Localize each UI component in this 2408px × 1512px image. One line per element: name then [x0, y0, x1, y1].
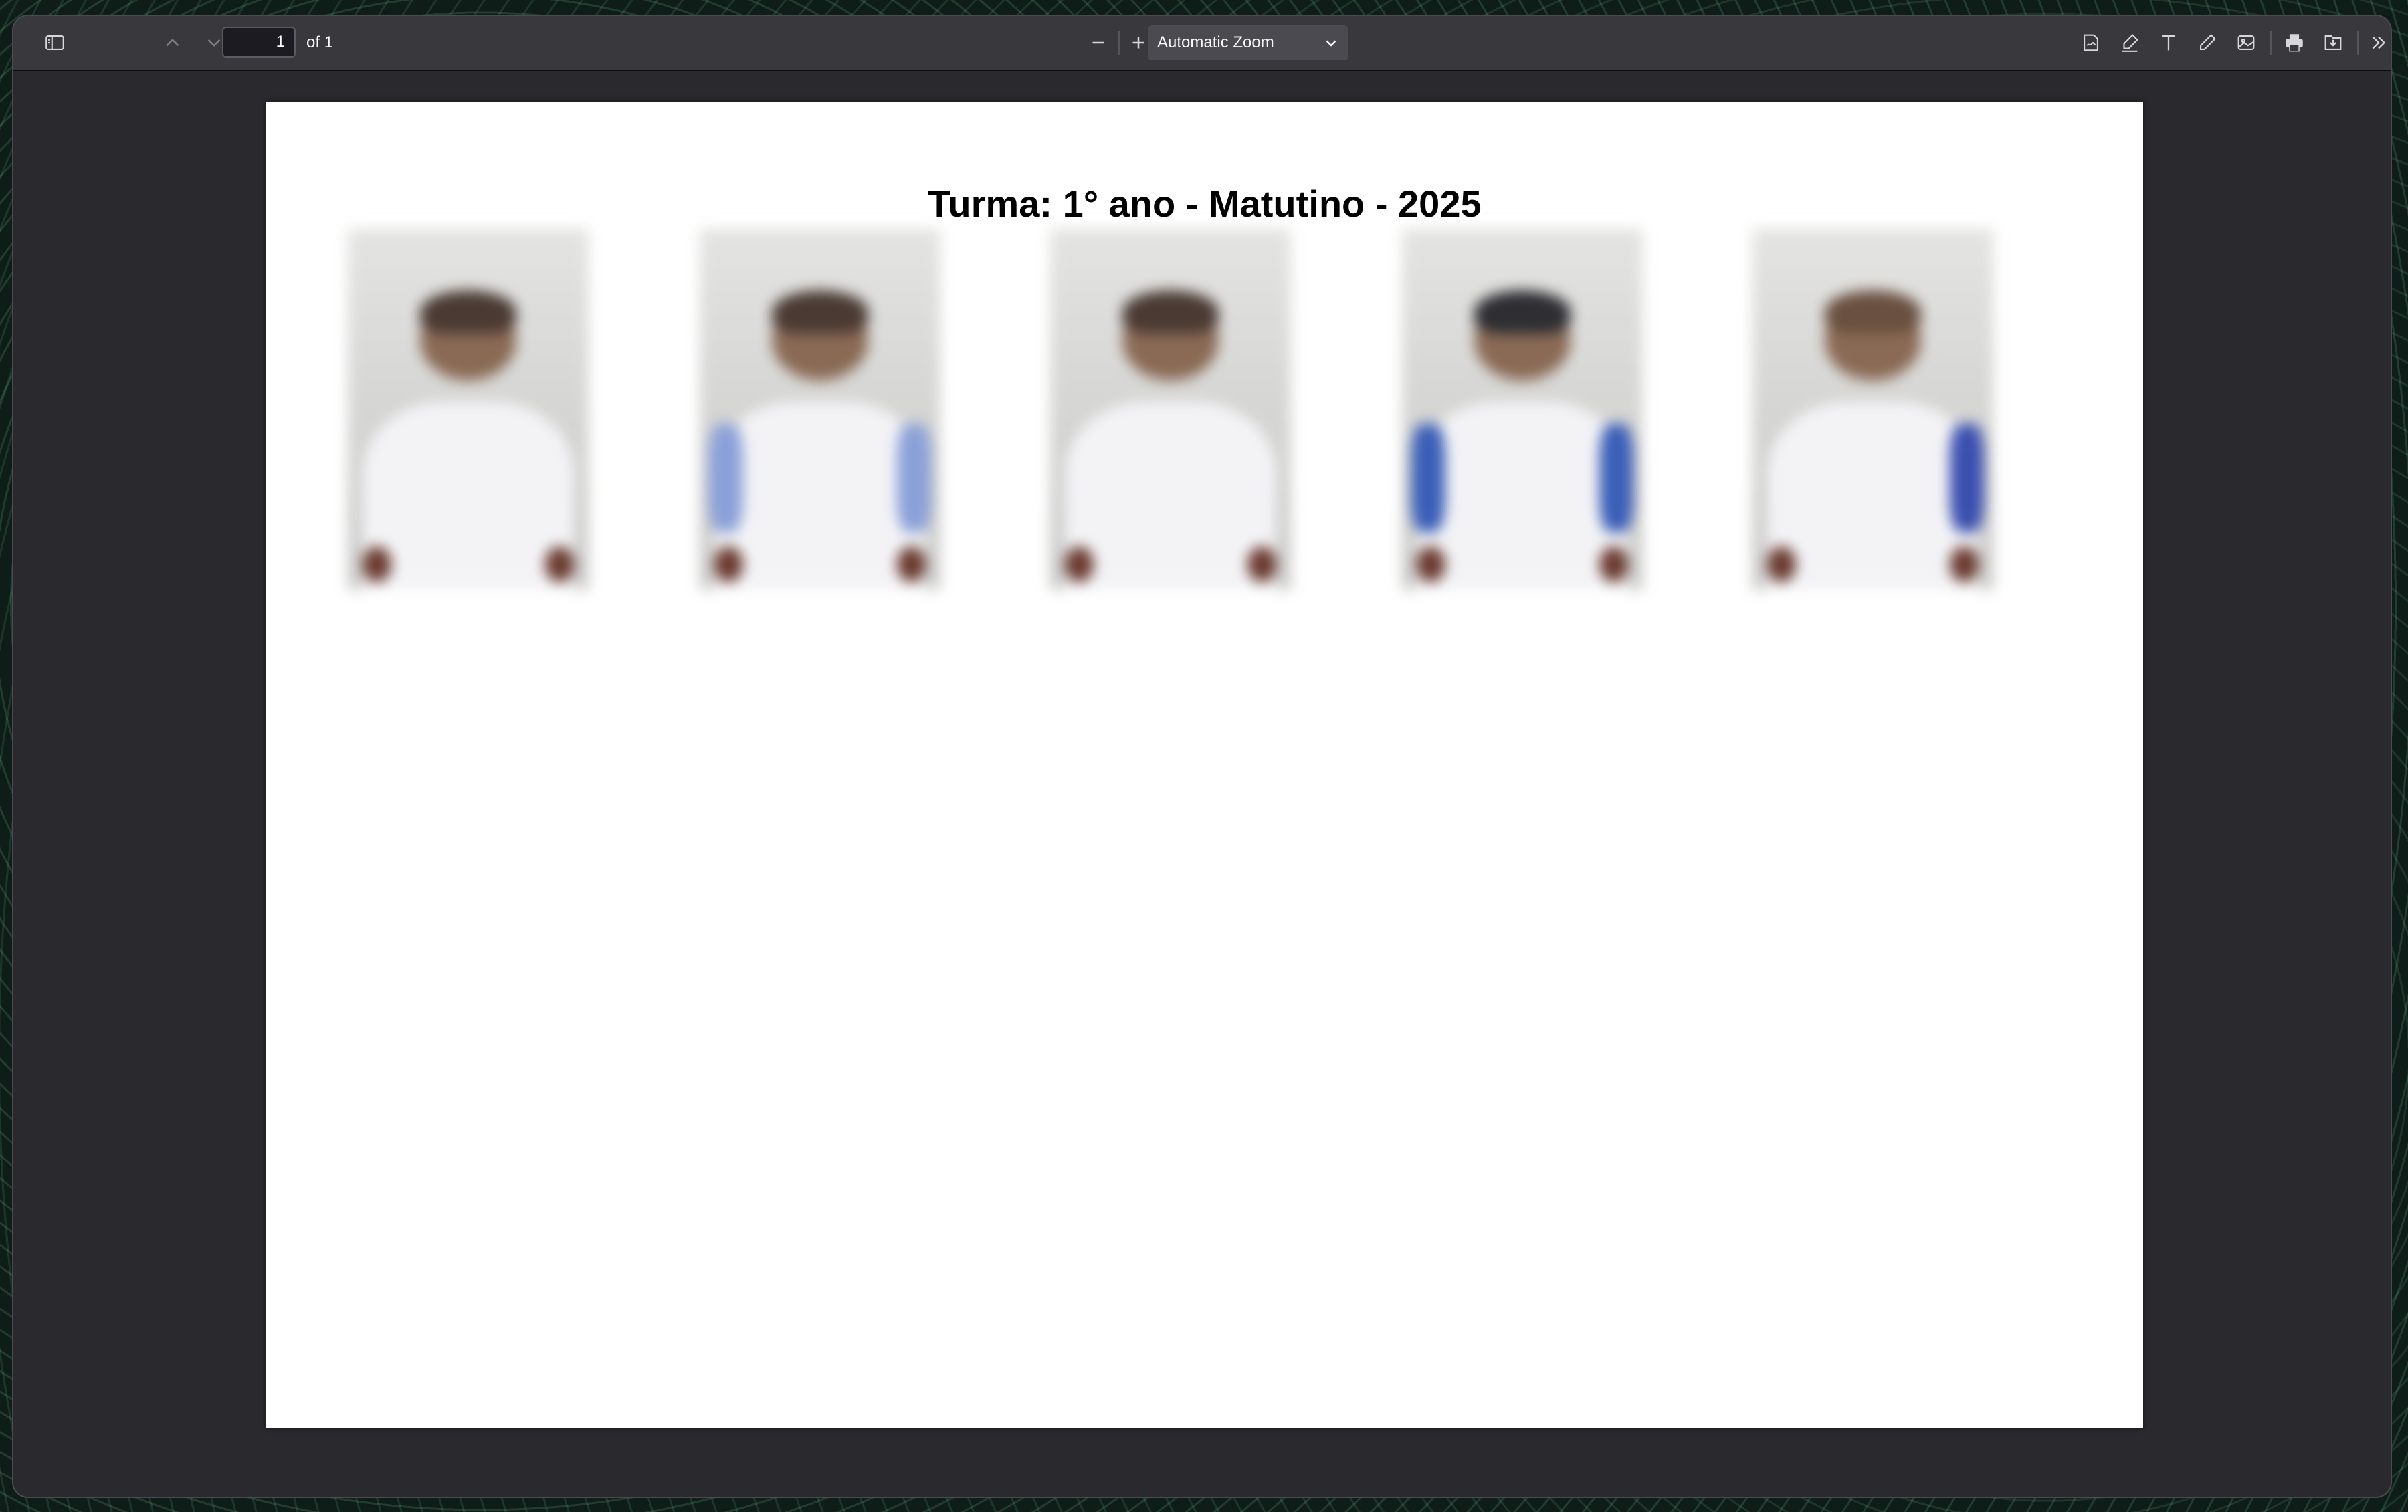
save-icon[interactable] — [2316, 25, 2350, 60]
image-icon[interactable] — [2229, 25, 2264, 60]
student-card — [700, 229, 1027, 595]
minus-icon[interactable] — [1081, 25, 1116, 60]
page-title: Turma: 1° ano - Matutino - 2025 — [266, 182, 2143, 225]
student-photo — [700, 229, 940, 590]
student-card — [1752, 229, 2080, 595]
zoom-select-label: Automatic Zoom — [1157, 33, 1274, 51]
pdf-viewer-window: 1 of 1 Automatic Zoom Turma: 1° ano - Ma… — [12, 15, 2392, 1498]
student-photo — [348, 229, 589, 590]
page-count-label: of 1 — [306, 33, 334, 51]
zoom-select[interactable]: Automatic Zoom — [1148, 25, 1348, 60]
student-photo — [1050, 229, 1291, 590]
toolbar: 1 of 1 Automatic Zoom — [13, 16, 2391, 71]
text-icon[interactable] — [2151, 25, 2186, 60]
student-card — [348, 229, 676, 595]
double-chevron-right-icon[interactable] — [2361, 25, 2391, 60]
sidebar-toggle-icon[interactable] — [37, 25, 72, 60]
pdf-page: Turma: 1° ano - Matutino - 2025 — [266, 102, 2143, 1428]
toolbar-separator — [2270, 31, 2272, 55]
highlight-icon[interactable] — [2112, 25, 2147, 60]
print-icon[interactable] — [2277, 25, 2312, 60]
signature-icon[interactable] — [2074, 25, 2108, 60]
document-viewer[interactable]: Turma: 1° ano - Matutino - 2025 — [13, 71, 2391, 1497]
chevron-down-icon — [1326, 40, 1336, 47]
page-title-text: Turma: 1° ano - Matutino - 2025 — [928, 183, 1482, 225]
student-card — [1402, 229, 1730, 595]
zoom-separator — [1118, 31, 1120, 55]
chevron-up-icon[interactable] — [155, 25, 190, 60]
page-number-input[interactable]: 1 — [222, 27, 296, 58]
draw-icon[interactable] — [2190, 25, 2225, 60]
student-card — [1050, 229, 1378, 595]
student-photo — [1752, 229, 1993, 590]
student-photo — [1402, 229, 1643, 590]
toolbar-separator-2 — [2357, 31, 2359, 55]
